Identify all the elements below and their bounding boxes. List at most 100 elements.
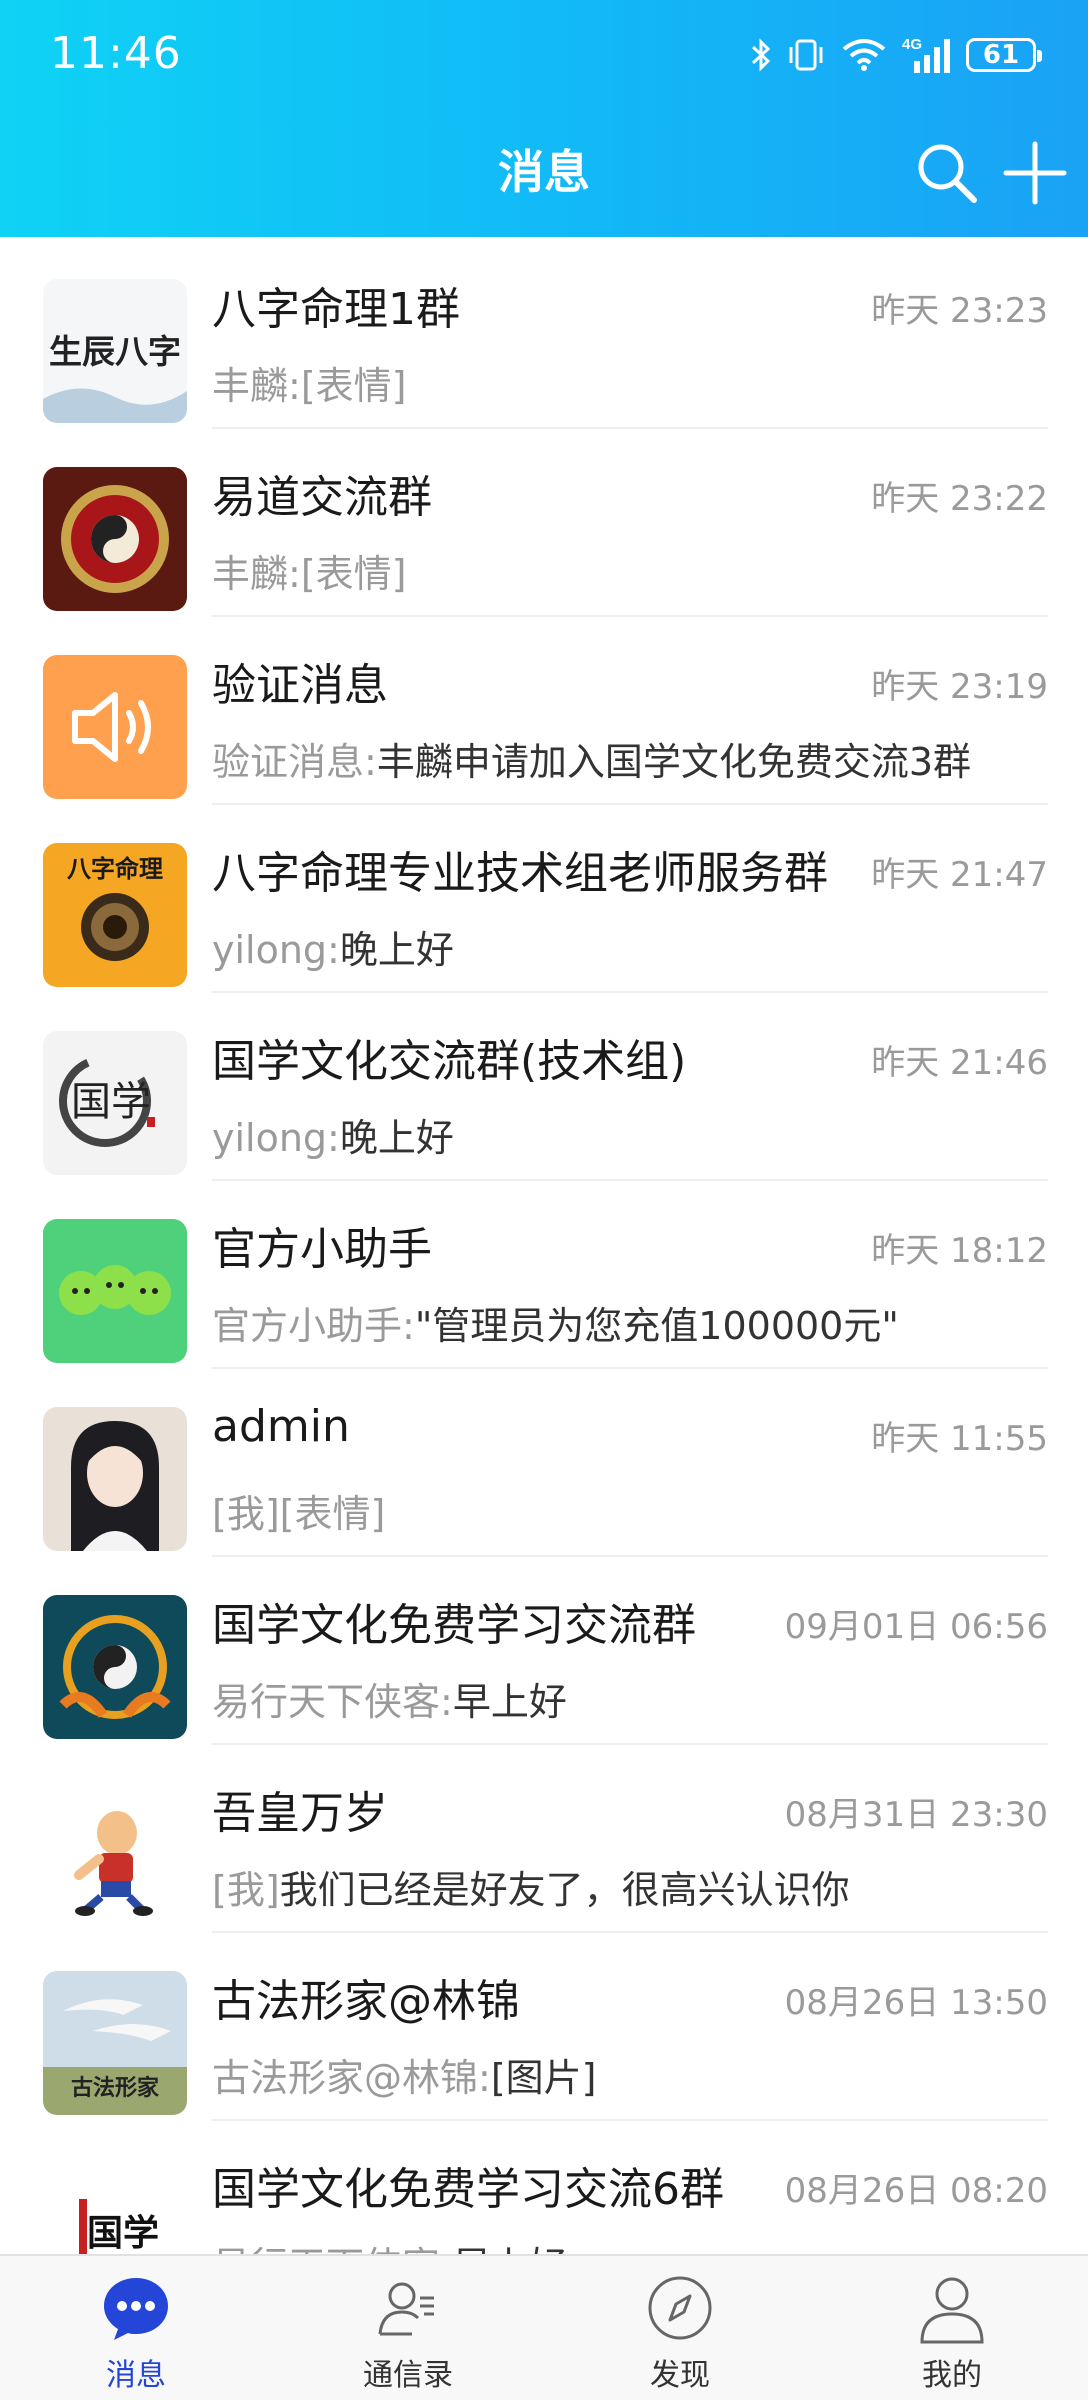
chat-time: 昨天 23:19 — [871, 667, 1048, 707]
search-icon — [918, 144, 977, 203]
chat-time: 昨天 23:22 — [871, 479, 1048, 519]
svg-text:生辰八字: 生辰八字 — [49, 332, 181, 371]
tab-label: 消息 — [106, 2358, 166, 2393]
preview-message: 丰麟申请加入国学文化免费交流3群 — [376, 740, 971, 784]
chat-time: 08月26日 13:50 — [784, 1983, 1048, 2023]
chat-item[interactable]: admin 昨天 11:55 [我][表情] — [0, 1365, 1088, 1557]
chat-name: 易道交流群 — [212, 472, 432, 523]
chat-item[interactable]: 八字命理 八字命理专业技术组老师服务群 昨天 21:47 yilong:晚上好 — [0, 801, 1088, 993]
chat-time: 昨天 23:23 — [871, 291, 1048, 331]
preview-sender: yilong: — [212, 1116, 340, 1160]
preview-message: 早上好 — [452, 1680, 567, 1724]
preview-message: 早上好 — [453, 2244, 567, 2254]
chat-name: admin — [212, 1401, 350, 1452]
add-button[interactable] — [1000, 138, 1070, 208]
contacts-icon — [372, 2272, 444, 2344]
tab-profile[interactable]: 我的 — [816, 2256, 1088, 2402]
group-avatar — [43, 467, 187, 611]
chat-time: 昨天 21:47 — [871, 855, 1048, 895]
preview-sender: 官方小助手: — [212, 1304, 415, 1348]
chat-preview: yilong:晚上好 — [212, 919, 454, 974]
preview-message: [图片] — [490, 2056, 597, 2100]
wifi-icon — [840, 37, 888, 73]
chat-preview: yilong:晚上好 — [212, 1107, 454, 1162]
tab-messages[interactable]: 消息 — [0, 2256, 272, 2402]
preview-message: [表情] — [279, 1492, 386, 1536]
preview-message: "管理员为您充值100000元" — [414, 1304, 899, 1348]
chat-preview: 古法形家@林锦:[图片] — [212, 2047, 596, 2102]
preview-sender: 古法形家@林锦: — [212, 2056, 491, 2100]
chat-time: 昨天 11:55 — [871, 1419, 1048, 1459]
compass-icon — [644, 2272, 716, 2344]
chat-item[interactable]: 验证消息 昨天 23:19 验证消息:丰麟申请加入国学文化免费交流3群 — [0, 613, 1088, 805]
tab-contacts[interactable]: 通信录 — [272, 2256, 544, 2402]
verification-avatar — [43, 655, 187, 799]
bluetooth-icon — [750, 37, 772, 73]
preview-message: 晚上好 — [339, 1116, 454, 1160]
chat-name: 国学文化交流群(技术组) — [212, 1036, 687, 1087]
chat-name: 古法形家@林锦 — [212, 1976, 520, 2027]
vibrate-icon — [786, 37, 826, 73]
svg-text:八字命理: 八字命理 — [67, 855, 163, 883]
status-time: 11:46 — [50, 28, 182, 79]
chat-item[interactable]: 吾皇万岁 08月31日 23:30 [我]我们已经是好友了，很高兴认识你 — [0, 1741, 1088, 1933]
svg-text:古法形家: 古法形家 — [71, 2075, 160, 2101]
preview-message: [表情] — [300, 552, 407, 596]
chat-name: 验证消息 — [212, 660, 388, 711]
speaker-icon — [43, 655, 187, 799]
chat-preview: [我][表情] — [212, 1483, 385, 1538]
preview-sender: 丰麟: — [212, 552, 301, 596]
group-avatar: 国学 — [43, 1031, 187, 1175]
preview-message: [表情] — [300, 364, 407, 408]
group-avatar — [43, 1595, 187, 1739]
chat-item[interactable]: 国学 国学文化免费学习交流6群 08月26日 08:20 易行天下侠客:早上好 — [0, 2117, 1088, 2254]
preview-message: 我们已经是好友了，很高兴认识你 — [279, 1868, 850, 1912]
chat-preview: 易行天下侠客:早上好 — [212, 2235, 567, 2254]
user-avatar: 古法形家 — [43, 1971, 187, 2115]
chat-name: 吾皇万岁 — [212, 1788, 388, 1839]
chat-time: 09月01日 06:56 — [784, 1607, 1048, 1647]
plus-icon — [1003, 141, 1067, 205]
preview-message: 晚上好 — [339, 928, 454, 972]
tab-label: 发现 — [650, 2358, 710, 2393]
tab-label: 我的 — [922, 2358, 982, 2393]
search-button[interactable] — [912, 138, 982, 208]
chat-preview: 易行天下侠客:早上好 — [212, 1671, 567, 1726]
user-avatar — [43, 1407, 187, 1551]
group-avatar: 国学 — [43, 2159, 187, 2254]
chat-time: 昨天 18:12 — [871, 1231, 1048, 1271]
chat-item[interactable]: 国学文化免费学习交流群 09月01日 06:56 易行天下侠客:早上好 — [0, 1553, 1088, 1745]
chat-item[interactable]: 古法形家 古法形家@林锦 08月26日 13:50 古法形家@林锦:[图片] — [0, 1929, 1088, 2121]
chat-item[interactable]: 易道交流群 昨天 23:22 丰麟:[表情] — [0, 425, 1088, 617]
chat-item[interactable]: 官方小助手 昨天 18:12 官方小助手:"管理员为您充值100000元" — [0, 1177, 1088, 1369]
network-type-label: 4G — [902, 36, 922, 53]
chat-item[interactable]: 国学 国学文化交流群(技术组) 昨天 21:46 yilong:晚上好 — [0, 989, 1088, 1181]
chat-name: 八字命理1群 — [212, 284, 460, 335]
chat-item[interactable]: 生辰八字 八字命理1群 昨天 23:23 丰麟:[表情] — [0, 237, 1088, 429]
user-avatar — [43, 1783, 187, 1927]
tab-discover[interactable]: 发现 — [544, 2256, 816, 2402]
group-avatar: 八字命理 — [43, 843, 187, 987]
chat-name: 国学文化免费学习交流群 — [212, 1600, 696, 1651]
preview-sender: yilong: — [212, 928, 340, 972]
chat-preview: 验证消息:丰麟申请加入国学文化免费交流3群 — [212, 731, 971, 786]
chat-list: 生辰八字 八字命理1群 昨天 23:23 丰麟:[表情] 易道交流群 昨天 23… — [0, 237, 1088, 2254]
preview-sender: 丰麟: — [212, 364, 301, 408]
assistant-avatar — [43, 1219, 187, 1363]
signal-icon: 4G — [902, 35, 952, 75]
chat-preview: 丰麟:[表情] — [212, 543, 406, 598]
preview-sender: 验证消息: — [212, 740, 377, 784]
group-avatar: 生辰八字 — [43, 279, 187, 423]
preview-sender: 易行天下侠客: — [212, 2244, 453, 2254]
bottom-tab-bar: 消息 通信录 发现 我的 — [0, 2254, 1088, 2400]
preview-sender: [我] — [212, 1492, 280, 1536]
app-header: 11:46 4G 61 消息 — [0, 0, 1088, 237]
status-icons: 4G 61 — [750, 30, 1042, 80]
chat-time: 08月26日 08:20 — [784, 2171, 1048, 2211]
chat-time: 08月31日 23:30 — [784, 1795, 1048, 1835]
preview-sender: 易行天下侠客: — [212, 1680, 453, 1724]
preview-sender: [我] — [212, 1868, 280, 1912]
person-icon — [916, 2272, 988, 2344]
tab-label: 通信录 — [363, 2358, 453, 2393]
chat-time: 昨天 21:46 — [871, 1043, 1048, 1083]
